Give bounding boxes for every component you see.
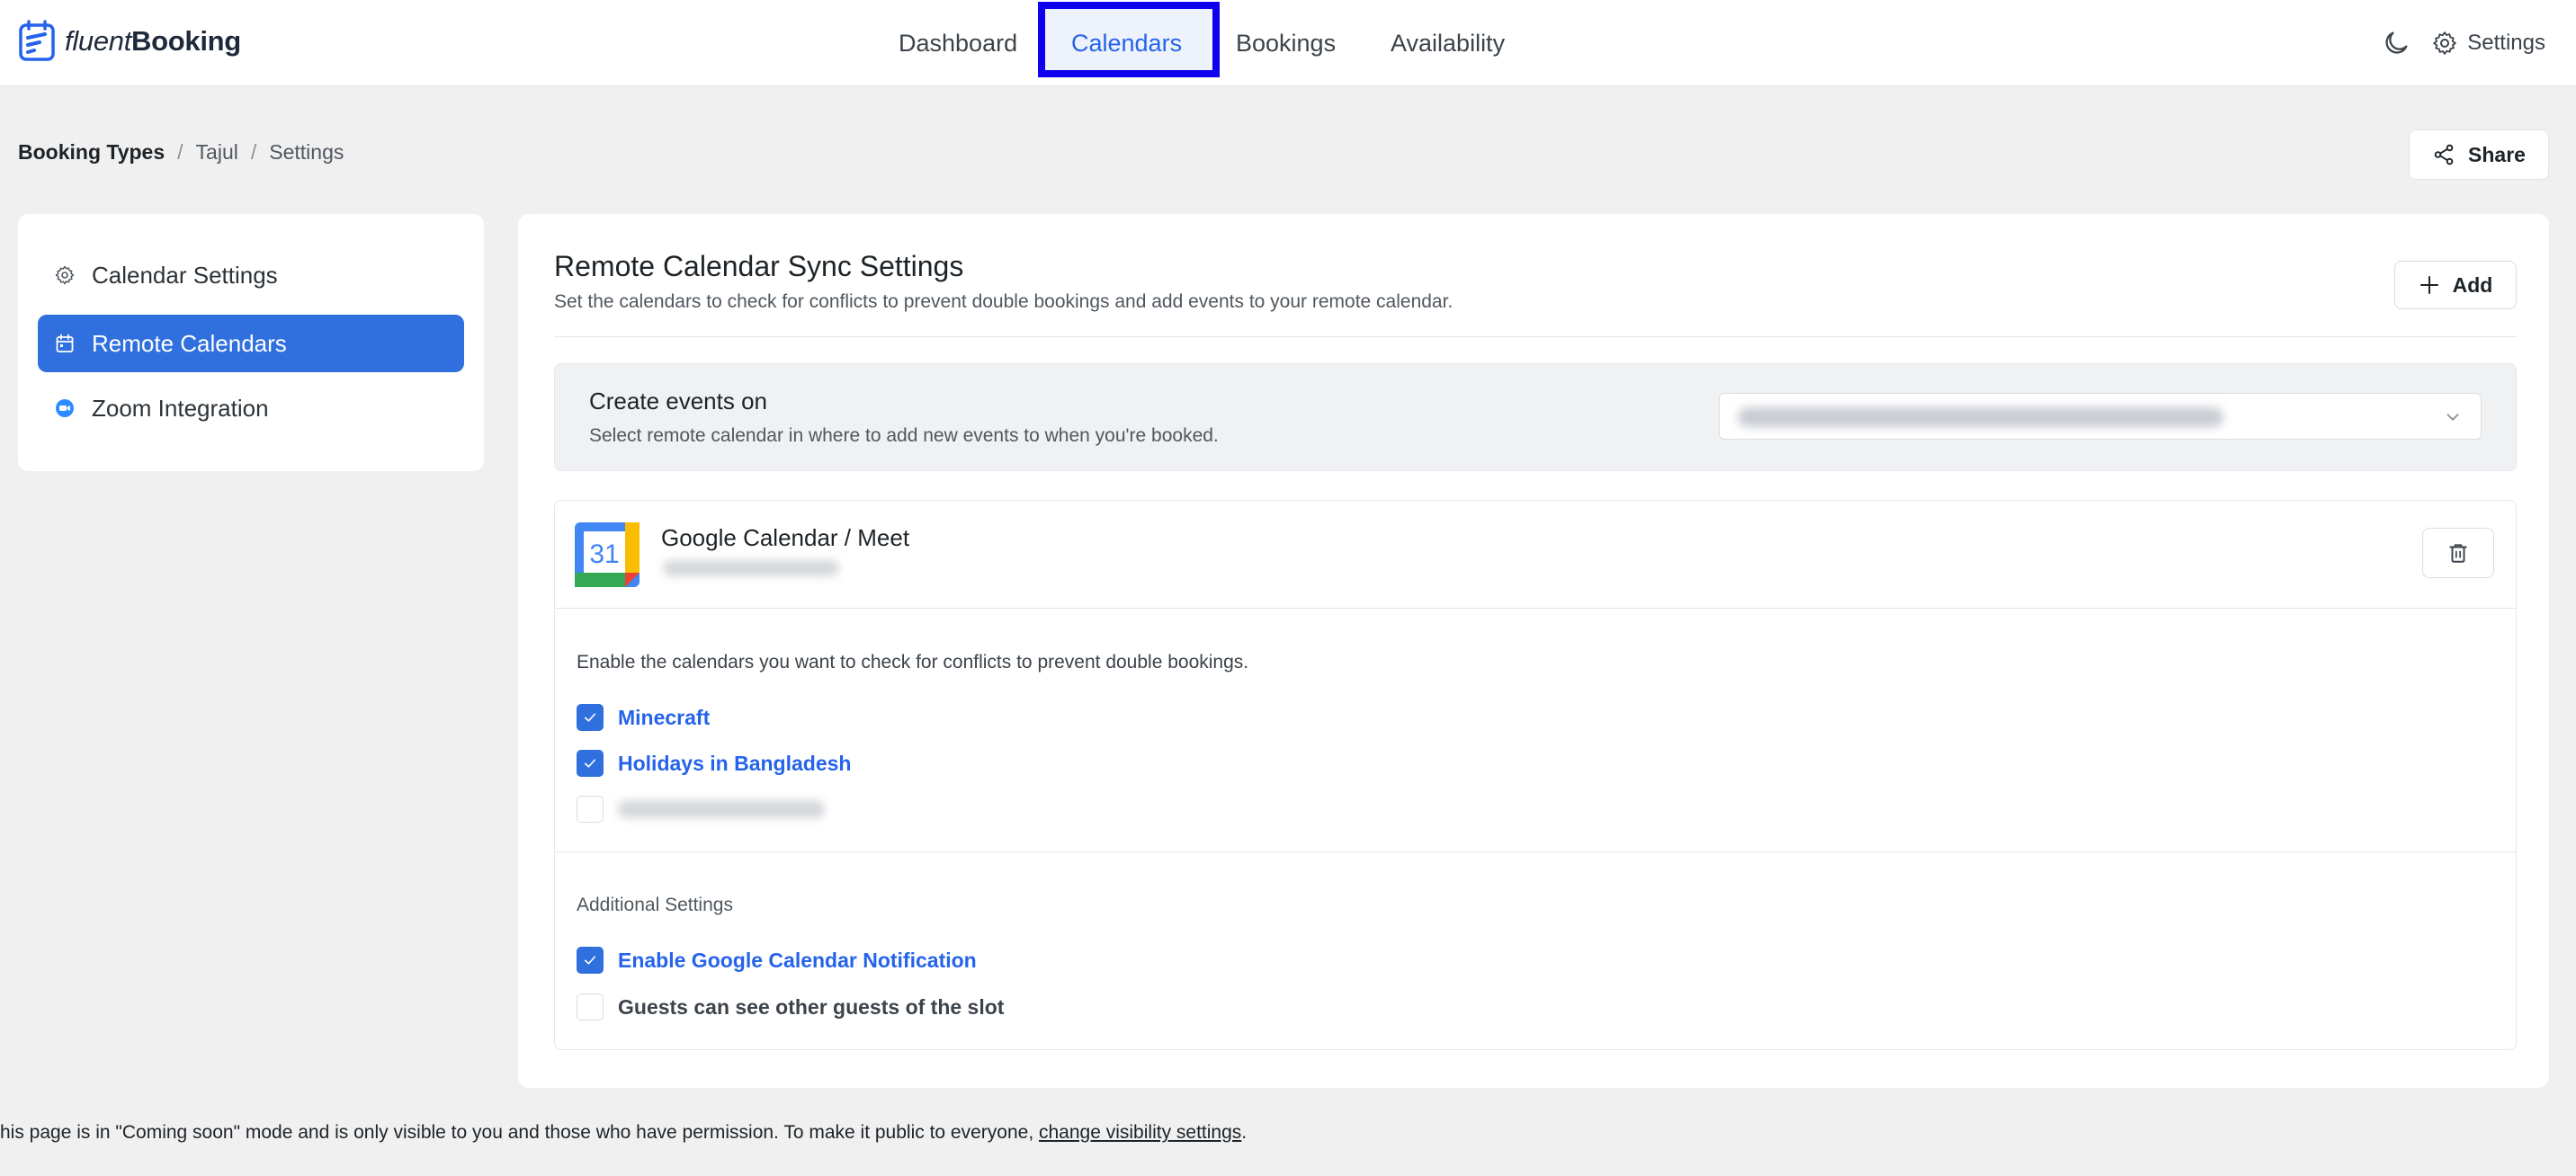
checkbox[interactable]	[577, 704, 604, 731]
chevron-down-icon	[2446, 414, 2459, 421]
nav-dashboard[interactable]: Dashboard	[899, 0, 1017, 86]
divider	[555, 851, 2516, 852]
gear-icon	[55, 265, 75, 285]
settings-sidebar: Calendar Settings Remote Calendars Zoom …	[18, 214, 484, 471]
topbar-actions: Settings	[2381, 0, 2545, 86]
settings-link[interactable]: Settings	[2431, 30, 2545, 57]
moon-icon[interactable]	[2381, 28, 2411, 58]
conflict-description: Enable the calendars you want to check f…	[577, 652, 1249, 673]
blurred-calendar-value	[1738, 407, 2223, 427]
sidebar-item-label: Calendar Settings	[92, 261, 278, 289]
breadcrumb-booking-types[interactable]: Booking Types	[18, 140, 165, 165]
option-guests-visibility[interactable]: Guests can see other guests of the slot	[577, 993, 1004, 1020]
checkbox-label[interactable]: Minecraft	[618, 706, 710, 730]
panel-description: Set the calendars to check for conflicts…	[554, 291, 1453, 312]
breadcrumb: Booking Types / Tajul / Settings	[18, 140, 344, 165]
google-calendar-day: 31	[589, 539, 619, 569]
create-events-select[interactable]	[1719, 393, 2482, 440]
nav-availability[interactable]: Availability	[1391, 0, 1505, 86]
share-button[interactable]: Share	[2409, 129, 2549, 180]
checkbox-label[interactable]: Enable Google Calendar Notification	[618, 949, 977, 973]
nav-calendars[interactable]: Calendars	[1071, 0, 1182, 86]
create-events-section: Create events on Select remote calendar …	[554, 363, 2517, 471]
calendar-option-blurred[interactable]	[577, 796, 825, 823]
calendar-option-holidays[interactable]: Holidays in Bangladesh	[577, 750, 851, 777]
panel-title: Remote Calendar Sync Settings	[554, 250, 964, 282]
calendar-option-minecraft[interactable]: Minecraft	[577, 704, 710, 731]
add-calendar-button[interactable]: Add	[2394, 261, 2517, 309]
change-visibility-link[interactable]: change visibility settings	[1039, 1122, 1241, 1143]
additional-settings-title: Additional Settings	[577, 895, 733, 915]
google-calendar-header: 31 Google Calendar / Meet	[555, 501, 2516, 609]
nav-bookings[interactable]: Bookings	[1236, 0, 1336, 86]
checkbox[interactable]	[577, 750, 604, 777]
breadcrumb-separator: /	[177, 140, 183, 164]
check-icon	[584, 713, 596, 722]
coming-soon-notice: his page is in "Coming soon" mode and is…	[0, 1122, 1247, 1144]
share-label: Share	[2468, 142, 2526, 166]
check-icon	[584, 956, 596, 965]
divider	[554, 336, 2517, 337]
create-events-title: Create events on	[589, 388, 768, 414]
checkbox-label[interactable]: Guests can see other guests of the slot	[618, 995, 1004, 1020]
delete-calendar-button[interactable]	[2422, 528, 2494, 578]
sidebar-item-calendar-settings[interactable]: Calendar Settings	[38, 246, 464, 304]
checkbox[interactable]	[577, 947, 604, 974]
sidebar-item-label: Zoom Integration	[92, 394, 269, 422]
check-icon	[584, 759, 596, 768]
add-label: Add	[2452, 272, 2493, 297]
remote-calendar-panel: Remote Calendar Sync Settings Set the ca…	[518, 214, 2549, 1088]
google-calendar-icon: 31	[575, 522, 640, 587]
zoom-icon	[56, 399, 74, 417]
share-icon	[2434, 144, 2454, 165]
sidebar-item-label: Remote Calendars	[92, 329, 287, 357]
settings-label: Settings	[2467, 31, 2545, 55]
trash-icon	[2449, 544, 2467, 563]
top-navigation-bar: fluentBooking Dashboard Calendars Bookin…	[0, 0, 2576, 86]
blurred-account-email	[663, 560, 839, 576]
checkbox[interactable]	[577, 993, 604, 1020]
blurred-calendar-label	[618, 800, 825, 818]
provider-name: Google Calendar / Meet	[661, 524, 910, 551]
google-calendar-card: 31 Google Calendar / Meet Enable the cal…	[554, 500, 2517, 1050]
breadcrumb-tajul[interactable]: Tajul	[196, 140, 238, 165]
breadcrumb-separator: /	[250, 140, 257, 164]
sidebar-item-zoom-integration[interactable]: Zoom Integration	[38, 379, 464, 437]
checkbox-label[interactable]: Holidays in Bangladesh	[618, 752, 851, 776]
fluentbooking-logo-icon	[19, 20, 55, 61]
notice-text: his page is in "Coming soon" mode and is…	[0, 1122, 1039, 1143]
option-google-notification[interactable]: Enable Google Calendar Notification	[577, 947, 977, 974]
plus-icon	[2419, 276, 2438, 294]
breadcrumb-settings: Settings	[269, 140, 344, 164]
app-logo[interactable]: fluentBooking	[18, 20, 241, 63]
create-events-description: Select remote calendar in where to add n…	[589, 425, 1219, 446]
gear-icon	[2433, 31, 2457, 55]
calendar-icon	[56, 334, 74, 352]
notice-end: .	[1241, 1122, 1248, 1143]
logo-text: fluentBooking	[65, 25, 241, 57]
sidebar-item-remote-calendars[interactable]: Remote Calendars	[38, 315, 464, 372]
checkbox[interactable]	[577, 796, 604, 823]
